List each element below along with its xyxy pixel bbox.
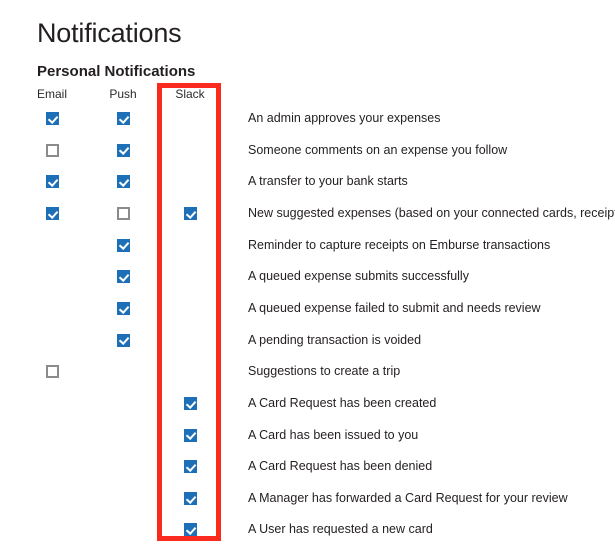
notification-label: A User has requested a new card xyxy=(248,522,433,537)
section-title-personal-notifications: Personal Notifications xyxy=(37,63,196,80)
cell-email xyxy=(22,205,82,225)
notification-row: An admin approves your expenses xyxy=(0,110,615,142)
cell-slack xyxy=(160,490,220,510)
cell-slack xyxy=(160,268,220,288)
cell-email xyxy=(22,395,82,415)
cell-email xyxy=(22,521,82,541)
checkbox-push-checked[interactable] xyxy=(116,238,130,252)
cell-slack xyxy=(160,332,220,352)
notification-row: Someone comments on an expense you follo… xyxy=(0,142,615,174)
notification-label: A queued expense submits successfully xyxy=(248,269,469,284)
checkbox-push-checked[interactable] xyxy=(116,301,130,315)
notification-label: New suggested expenses (based on your co… xyxy=(248,205,615,220)
cell-slack xyxy=(160,458,220,478)
column-header-email: Email xyxy=(36,87,67,101)
cell-slack xyxy=(160,521,220,541)
cell-email xyxy=(22,268,82,288)
cell-slack xyxy=(160,142,220,162)
cell-email xyxy=(22,490,82,510)
cell-push xyxy=(93,110,153,130)
notification-row: A Card Request has been created xyxy=(0,395,615,427)
notification-label: A Card Request has been denied xyxy=(248,459,433,474)
checkbox-slack-checked[interactable] xyxy=(183,523,197,537)
notification-row: Reminder to capture receipts on Emburse … xyxy=(0,237,615,269)
cell-push xyxy=(93,427,153,447)
cell-push xyxy=(93,521,153,541)
checkbox-email-checked[interactable] xyxy=(45,206,59,220)
notification-label: A Card has been issued to you xyxy=(248,427,419,442)
cell-slack xyxy=(160,300,220,320)
notification-label: An admin approves your expenses xyxy=(248,111,441,125)
cell-email xyxy=(22,142,82,162)
notification-label: A Card Request has been created xyxy=(248,395,437,410)
notification-row: A Card has been issued to you xyxy=(0,427,615,459)
cell-push xyxy=(93,395,153,415)
cell-email xyxy=(22,363,82,383)
checkbox-email-checked[interactable] xyxy=(45,175,59,189)
checkbox-slack-checked[interactable] xyxy=(183,491,197,505)
cell-push xyxy=(93,332,153,352)
notifications-page: Notifications Personal Notifications Ema… xyxy=(0,0,615,544)
checkbox-push-checked[interactable] xyxy=(116,270,130,284)
notification-row: A pending transaction is voided xyxy=(0,332,615,364)
notification-row: A Card Request has been denied xyxy=(0,458,615,490)
column-header-slack: Slack xyxy=(175,87,205,101)
notification-label: A Manager has forwarded a Card Request f… xyxy=(248,490,568,505)
cell-push xyxy=(93,142,153,162)
notification-row: A queued expense failed to submit and ne… xyxy=(0,300,615,332)
cell-slack xyxy=(160,395,220,415)
checkbox-slack-checked[interactable] xyxy=(183,428,197,442)
cell-slack xyxy=(160,363,220,383)
cell-slack xyxy=(160,427,220,447)
notification-label: Suggestions to create a trip xyxy=(248,364,401,379)
cell-slack xyxy=(160,173,220,193)
notification-label: A transfer to your bank starts xyxy=(248,174,408,189)
cell-push xyxy=(93,237,153,257)
cell-push xyxy=(93,205,153,225)
notification-label: Someone comments on an expense you follo… xyxy=(248,142,508,157)
checkbox-slack-checked[interactable] xyxy=(183,460,197,474)
cell-email xyxy=(22,427,82,447)
cell-push xyxy=(93,490,153,510)
checkbox-slack-checked[interactable] xyxy=(183,396,197,410)
cell-email xyxy=(22,237,82,257)
notification-row: A User has requested a new card xyxy=(0,521,615,553)
cell-slack xyxy=(160,237,220,257)
notification-row: A queued expense submits successfully xyxy=(0,268,615,300)
page-title: Notifications xyxy=(37,18,182,48)
checkbox-push-checked[interactable] xyxy=(116,333,130,347)
notification-row: A Manager has forwarded a Card Request f… xyxy=(0,490,615,522)
cell-slack xyxy=(160,110,220,130)
cell-push xyxy=(93,173,153,193)
cell-email xyxy=(22,300,82,320)
column-header-push: Push xyxy=(109,87,137,101)
notification-label: Reminder to capture receipts on Emburse … xyxy=(248,237,551,252)
notification-row: New suggested expenses (based on your co… xyxy=(0,205,615,237)
notification-row: A transfer to your bank starts xyxy=(0,173,615,205)
cell-email xyxy=(22,173,82,193)
cell-email xyxy=(22,332,82,352)
cell-email xyxy=(22,110,82,130)
checkbox-push-checked[interactable] xyxy=(116,112,130,125)
checkbox-email-checked[interactable] xyxy=(45,112,59,125)
checkbox-slack-checked[interactable] xyxy=(183,206,197,220)
cell-slack xyxy=(160,205,220,225)
cell-push xyxy=(93,363,153,383)
cell-push xyxy=(93,268,153,288)
notification-row: Suggestions to create a trip xyxy=(0,363,615,395)
notification-label: A pending transaction is voided xyxy=(248,332,422,347)
checkbox-push-checked[interactable] xyxy=(116,143,130,157)
checkbox-push-checked[interactable] xyxy=(116,175,130,189)
cell-push xyxy=(93,300,153,320)
cell-push xyxy=(93,458,153,478)
notification-label: A queued expense failed to submit and ne… xyxy=(248,300,541,315)
checkbox-email-unchecked[interactable] xyxy=(45,365,59,379)
cell-email xyxy=(22,458,82,478)
checkbox-push-unchecked[interactable] xyxy=(116,206,130,220)
checkbox-email-unchecked[interactable] xyxy=(45,143,59,157)
